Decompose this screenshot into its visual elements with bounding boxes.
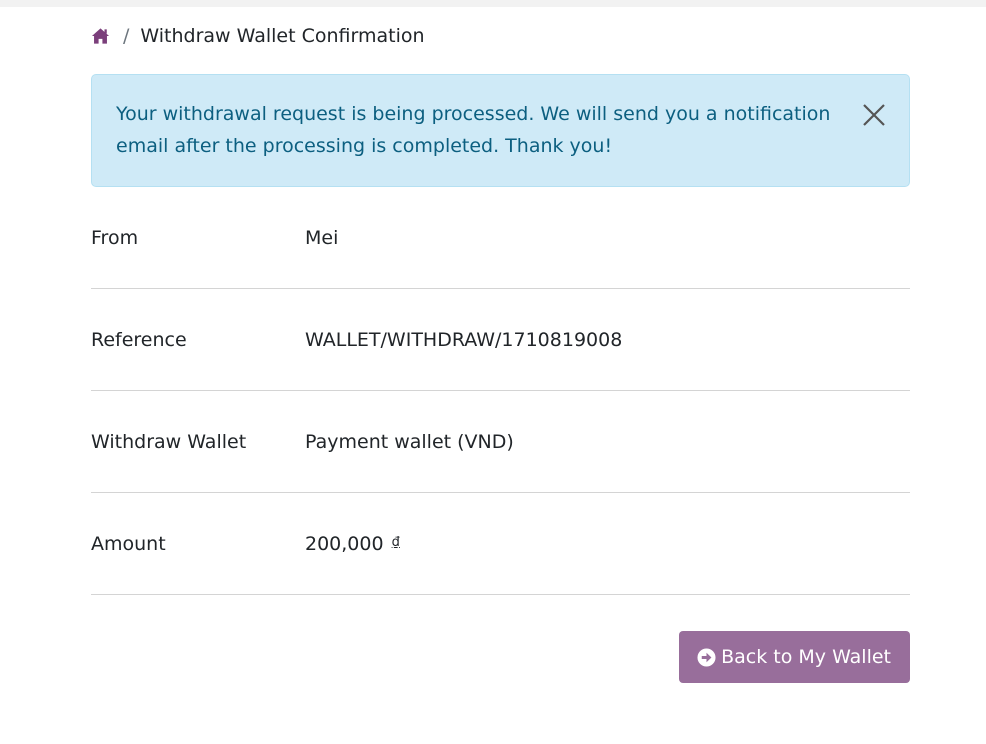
breadcrumb-separator: /	[123, 25, 130, 47]
detail-label: Reference	[91, 328, 187, 351]
detail-label: Amount	[91, 532, 166, 555]
detail-value: Payment wallet (VND)	[305, 430, 514, 453]
currency-symbol: ₫	[391, 534, 400, 550]
breadcrumb: / Withdraw Wallet Confirmation	[91, 7, 910, 63]
amount-value: 200,000 ₫	[305, 533, 400, 555]
back-button-label: Back to My Wallet	[721, 646, 891, 668]
detail-label: From	[91, 226, 139, 249]
detail-label: Withdraw Wallet	[91, 430, 247, 453]
amount-number: 200,000	[305, 532, 384, 555]
detail-row-reference: Reference WALLET/WITHDRAW/1710819008	[91, 289, 910, 391]
detail-value: Mei	[305, 226, 339, 249]
page-container: / Withdraw Wallet Confirmation Your with…	[91, 7, 910, 683]
home-icon[interactable]	[91, 27, 110, 45]
detail-row-withdraw-wallet: Withdraw Wallet Payment wallet (VND)	[91, 391, 910, 493]
detail-row-amount: Amount 200,000 ₫	[91, 493, 910, 595]
top-strip	[0, 0, 986, 7]
close-icon[interactable]	[861, 102, 887, 128]
withdraw-details: From Mei Reference WALLET/WITHDRAW/17108…	[91, 187, 910, 595]
info-alert: Your withdrawal request is being process…	[91, 74, 910, 187]
arrow-circle-right-icon	[697, 647, 716, 667]
alert-message: Your withdrawal request is being process…	[116, 103, 831, 157]
detail-value: WALLET/WITHDRAW/1710819008	[305, 328, 623, 351]
breadcrumb-current: Withdraw Wallet Confirmation	[140, 25, 425, 47]
back-to-wallet-button[interactable]: Back to My Wallet	[679, 631, 910, 683]
detail-row-from: From Mei	[91, 187, 910, 289]
actions: Back to My Wallet	[91, 631, 910, 683]
